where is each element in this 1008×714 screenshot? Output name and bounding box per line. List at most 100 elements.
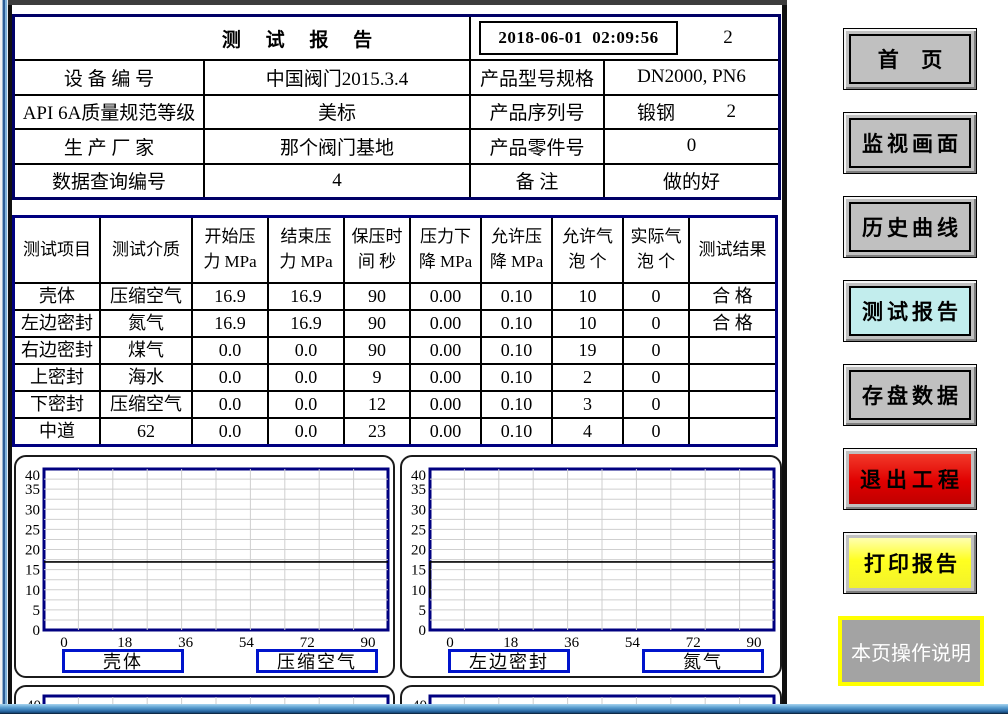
test-table-cell: 0 [624, 311, 688, 336]
chart-medium-label: 氮气 [642, 649, 764, 673]
y-tick-label: 35 [411, 482, 426, 498]
test-table-cell: 0.10 [482, 284, 551, 309]
test-table-cell: 0.00 [411, 365, 480, 390]
sidebar-button-label: 退出工程 [849, 454, 971, 504]
sidebar-button-saved-data[interactable]: 存盘数据 [843, 364, 977, 426]
test-table-cell: 19 [553, 338, 622, 363]
info-value-cell: 美标 [205, 96, 469, 129]
test-table-cell: 0.00 [411, 311, 480, 336]
y-tick-label: 30 [25, 502, 40, 518]
test-table-cell: 23 [345, 419, 409, 444]
y-tick-label: 20 [411, 543, 426, 559]
test-table-header-cell: 测试项目 [15, 218, 99, 282]
test-table-cell: 0.0 [269, 392, 343, 417]
sidebar-button-label: 测试报告 [849, 286, 971, 336]
sidebar-button-print-report[interactable]: 打印报告 [843, 532, 977, 594]
sidebar-button-page-help[interactable]: 本页操作说明 [838, 616, 984, 686]
pressure-chart-plot: 051015202530354001836547290 [402, 457, 779, 649]
test-table-cell: 4 [553, 419, 622, 444]
sidebar-button-label: 本页操作说明 [842, 620, 980, 682]
sidebar-button-test-report[interactable]: 测试报告 [843, 280, 977, 342]
x-tick-label: 90 [361, 635, 376, 649]
info-label-cell: 产品型号规格 [471, 61, 603, 94]
sidebar-button-label: 监视画面 [849, 118, 971, 168]
info-value-cell: 0 [605, 130, 778, 163]
test-table-cell: 0.10 [482, 311, 551, 336]
test-table-cell: 0.0 [193, 392, 267, 417]
y-tick-label: 0 [33, 623, 41, 639]
sidebar-button-label: 打印报告 [849, 538, 971, 588]
test-table-cell [690, 338, 775, 363]
test-table-cell: 16.9 [193, 311, 267, 336]
x-tick-label: 90 [747, 635, 762, 649]
info-value-part: 锻钢 [637, 98, 675, 125]
x-tick-label: 0 [60, 635, 68, 649]
test-table-cell: 9 [345, 365, 409, 390]
y-tick-label: 40 [411, 468, 426, 484]
title-right-cell: 2018-06-01 02:09:56 2 [471, 17, 778, 59]
info-label-cell: 设 备 编 号 [15, 61, 203, 94]
x-tick-label: 54 [239, 635, 255, 649]
info-value-cell: 4 [205, 165, 469, 198]
test-table-cell: 0 [624, 284, 688, 309]
chart-medium-label: 压缩空气 [256, 649, 378, 673]
test-table-cell: 0.00 [411, 419, 480, 444]
x-tick-label: 72 [686, 635, 701, 649]
test-table-cell: 右边密封 [15, 338, 99, 363]
test-table-cell: 0.00 [411, 392, 480, 417]
test-results-table: 测试项目测试介质开始压 力 MPa结束压 力 MPa保压时 间 秒压力下 降 M… [12, 215, 778, 447]
test-table-cell: 90 [345, 338, 409, 363]
info-label-cell: 生 产 厂 家 [15, 130, 203, 163]
report-header-table: 测 试 报 告 2018-06-01 02:09:56 2 设 备 编 号中国阀… [12, 14, 781, 200]
test-table-cell [690, 419, 775, 444]
test-table-cell: 62 [101, 419, 191, 444]
test-table-cell: 0.0 [193, 419, 267, 444]
sidebar-button-exit-project[interactable]: 退出工程 [843, 448, 977, 510]
y-tick-label: 15 [411, 563, 426, 579]
info-label-cell: 备 注 [471, 165, 603, 198]
y-tick-label: 25 [25, 522, 40, 538]
info-value-part: 2 [727, 101, 737, 123]
sidebar-button-home[interactable]: 首 页 [843, 28, 977, 90]
app-window: 测 试 报 告 2018-06-01 02:09:56 2 设 备 编 号中国阀… [0, 0, 1008, 714]
test-table-cell: 0.0 [193, 365, 267, 390]
chart-item-label: 壳体 [62, 649, 184, 673]
window-bottom-edge [0, 704, 1008, 714]
test-table-cell: 90 [345, 311, 409, 336]
test-table-cell: 16.9 [269, 311, 343, 336]
sidebar-button-label: 首 页 [849, 34, 971, 84]
sidebar-button-monitor[interactable]: 监视画面 [843, 112, 977, 174]
sidebar-button-label: 历史曲线 [849, 202, 971, 252]
x-tick-label: 54 [625, 635, 641, 649]
pressure-chart-group-1: 051015202530354001836547290壳体压缩空气 [14, 455, 395, 678]
test-table-cell: 0.10 [482, 338, 551, 363]
test-table-cell: 0.0 [269, 365, 343, 390]
test-table-cell: 壳体 [15, 284, 99, 309]
nav-sidebar: 首 页监视画面历史曲线测试报告存盘数据退出工程打印报告本页操作说明 [787, 5, 1008, 704]
y-tick-label: 0 [419, 623, 427, 639]
test-table-cell: 90 [345, 284, 409, 309]
y-tick-label: 15 [25, 563, 40, 579]
test-table-header-cell: 测试结果 [690, 218, 775, 282]
test-table-header-cell: 保压时 间 秒 [345, 218, 409, 282]
y-tick-label: 5 [419, 603, 427, 619]
info-value-cell: 锻钢 2 [605, 96, 778, 129]
info-value-cell: 中国阀门2015.3.4 [205, 61, 469, 94]
pressure-chart-group-2: 051015202530354001836547290左边密封氮气 [400, 455, 782, 678]
y-tick-label: 20 [25, 543, 40, 559]
sidebar-button-history-curve[interactable]: 历史曲线 [843, 196, 977, 258]
test-table-cell: 0.00 [411, 284, 480, 309]
test-table-cell: 0.10 [482, 365, 551, 390]
test-table-cell: 3 [553, 392, 622, 417]
test-table-header-cell: 压力下 降 MPa [411, 218, 480, 282]
test-table-cell: 0 [624, 419, 688, 444]
test-table-cell [690, 392, 775, 417]
info-label-cell: 数据查询编号 [15, 165, 203, 198]
test-table-cell: 压缩空气 [101, 284, 191, 309]
timestamp-display: 2018-06-01 02:09:56 [479, 21, 678, 55]
window-left-edge [0, 0, 8, 714]
report-copy-number: 2 [678, 27, 778, 49]
test-table-cell: 12 [345, 392, 409, 417]
test-table-cell: 2 [553, 365, 622, 390]
y-tick-label: 35 [25, 482, 40, 498]
